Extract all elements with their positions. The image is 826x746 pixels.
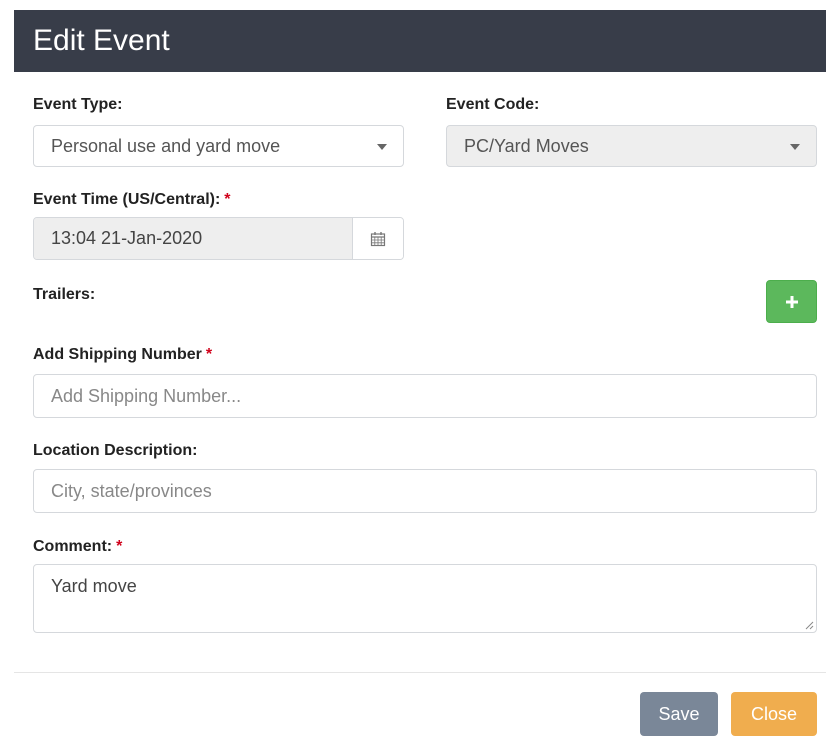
- event-time-label-text: Event Time (US/Central):: [33, 191, 221, 208]
- footer-divider: [14, 672, 826, 673]
- shipping-number-input[interactable]: Add Shipping Number...: [33, 374, 817, 418]
- required-mark: *: [116, 538, 123, 555]
- trailers-label: Trailers:: [33, 286, 96, 303]
- edit-event-modal: Edit Event Event Type: Personal use and …: [0, 0, 826, 746]
- modal-title: Edit Event: [14, 10, 826, 72]
- resize-handle-icon[interactable]: [804, 620, 814, 630]
- calendar-icon: [370, 231, 386, 246]
- event-time-picker: 13:04 21-Jan-2020: [33, 217, 404, 260]
- event-code-select[interactable]: PC/Yard Moves: [446, 125, 817, 167]
- close-button[interactable]: Close: [731, 692, 817, 736]
- shipping-number-label-text: Add Shipping Number: [33, 346, 202, 363]
- event-type-label: Event Type:: [33, 96, 123, 113]
- calendar-button[interactable]: [353, 218, 403, 259]
- event-time-input[interactable]: 13:04 21-Jan-2020: [34, 218, 353, 259]
- location-description-input[interactable]: City, state/provinces: [33, 469, 817, 513]
- location-description-placeholder: City, state/provinces: [51, 481, 212, 501]
- required-mark: *: [224, 191, 231, 208]
- event-time-label: Event Time (US/Central): *: [33, 191, 231, 209]
- comment-label: Comment: *: [33, 538, 122, 556]
- shipping-number-placeholder: Add Shipping Number...: [51, 386, 242, 406]
- location-description-label: Location Description:: [33, 442, 198, 459]
- plus-icon: [785, 295, 798, 308]
- shipping-number-label: Add Shipping Number *: [33, 346, 212, 364]
- event-type-select[interactable]: Personal use and yard move: [33, 125, 404, 167]
- event-type-value: Personal use and yard move: [51, 136, 281, 156]
- comment-label-text: Comment:: [33, 538, 113, 555]
- save-button[interactable]: Save: [640, 692, 718, 736]
- event-code-value: PC/Yard Moves: [464, 136, 589, 156]
- add-trailer-button[interactable]: [766, 280, 817, 323]
- chevron-down-icon: [790, 144, 800, 150]
- required-mark: *: [205, 346, 213, 363]
- event-code-label: Event Code:: [446, 96, 540, 113]
- comment-value: Yard move: [51, 576, 137, 596]
- comment-textarea[interactable]: Yard move: [33, 564, 817, 633]
- chevron-down-icon: [377, 144, 387, 150]
